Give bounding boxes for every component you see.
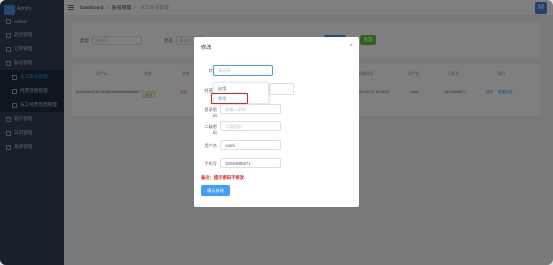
option-enable[interactable]: 启用 bbox=[218, 86, 226, 92]
first-password-field[interactable]: 请输入密码 bbox=[220, 104, 281, 114]
username-label: 用户名 bbox=[204, 143, 217, 148]
chevron-down-icon: ⌄ bbox=[286, 86, 290, 91]
password-note: 备注：提示密码不修改 bbox=[201, 175, 244, 180]
close-icon[interactable]: × bbox=[349, 43, 353, 49]
submit-button[interactable]: 确认修改 bbox=[201, 185, 230, 196]
app-window: Admin Admin 后台管理 订单管理 账号管理 员工账号管理 经营范围管理… bbox=[0, 0, 553, 265]
second-pwd-label: 二级密码 bbox=[204, 124, 217, 135]
status-select[interactable]: 请选择 ⌃ bbox=[213, 65, 273, 76]
first-pwd-label: 登录密码 bbox=[204, 107, 217, 118]
edit-dialog: 修改 × 状态 请选择 ⌃ 经营范围 ⌄ 启用 禁用 登录密码 请输入密码 二级… bbox=[194, 37, 359, 207]
dialog-title: 修改 bbox=[201, 45, 212, 51]
phone-label: 手机号 bbox=[204, 161, 217, 166]
highlight-box bbox=[211, 93, 248, 104]
username-field[interactable]: cashi bbox=[220, 140, 281, 150]
second-password-field[interactable]: 二级密码 bbox=[220, 121, 281, 131]
chevron-up-icon: ⌃ bbox=[265, 68, 269, 73]
phone-field[interactable]: 18349665671 bbox=[220, 158, 281, 168]
scope-select[interactable]: ⌄ bbox=[269, 83, 294, 95]
